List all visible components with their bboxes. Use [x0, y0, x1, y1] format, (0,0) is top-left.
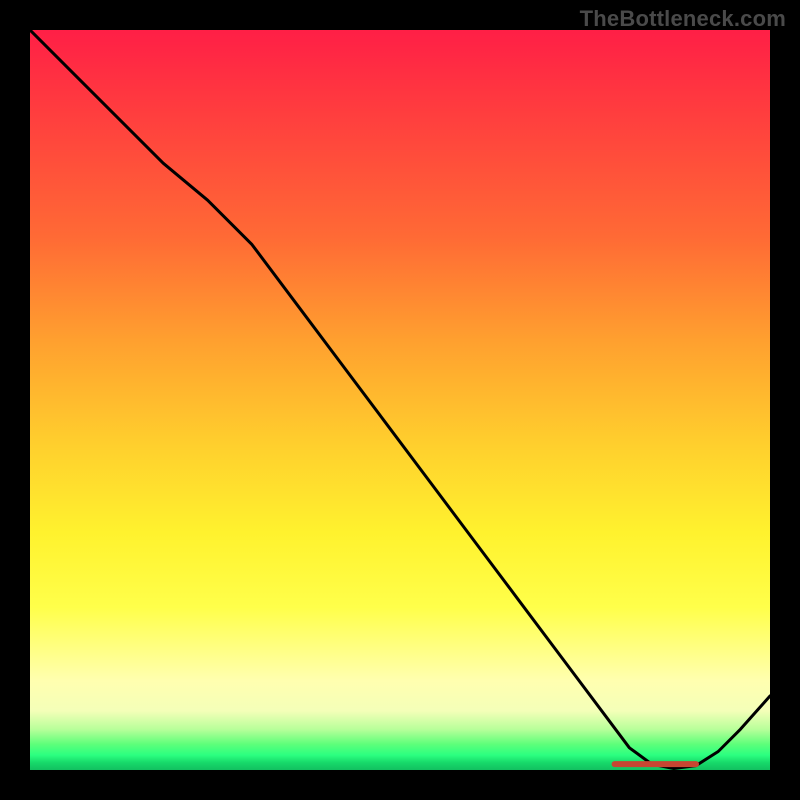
plot-area — [30, 30, 770, 770]
chart-frame: TheBottleneck.com — [0, 0, 800, 800]
curve-line — [30, 30, 770, 769]
watermark-text: TheBottleneck.com — [580, 6, 786, 32]
chart-overlay — [30, 30, 770, 770]
